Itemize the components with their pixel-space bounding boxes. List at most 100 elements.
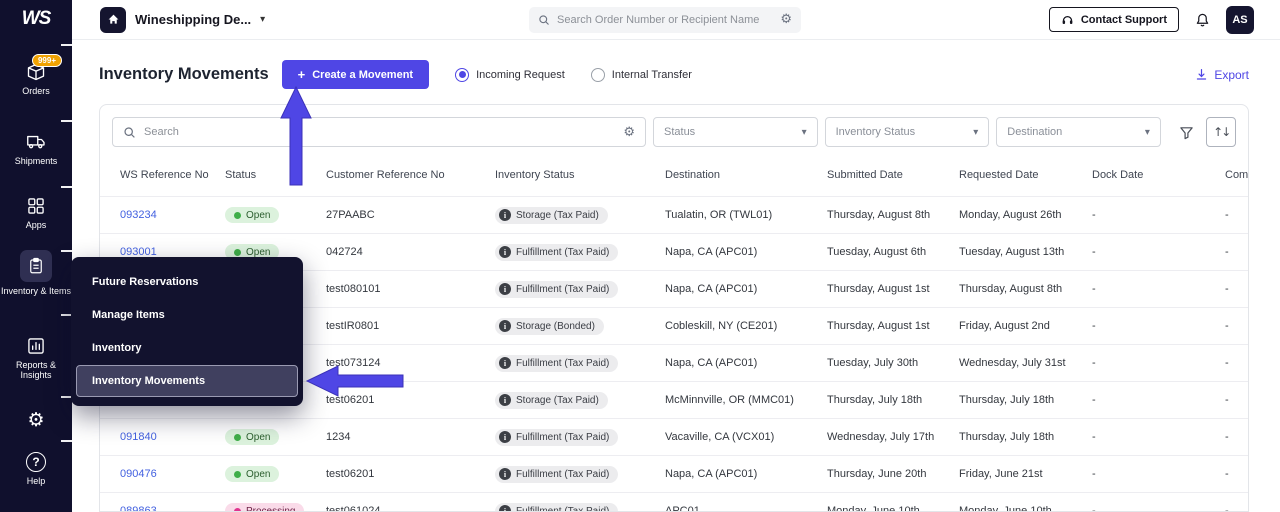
sidebar-item-inventory-items[interactable]: Inventory & Items	[0, 250, 72, 296]
radio-internal-transfer[interactable]: Internal Transfer	[590, 67, 692, 82]
status-filter-placeholder: Status	[664, 126, 696, 138]
customer-reference-cell: 27PAABC	[318, 196, 487, 234]
inventory-status-label: Storage (Tax Paid)	[516, 394, 599, 406]
global-search: ⚙	[529, 6, 801, 33]
radio-incoming-request[interactable]: Incoming Request	[455, 67, 565, 82]
main-area: Wineshipping De... ▾ ⚙ Contact Support	[72, 0, 1280, 512]
dock-date-cell: -	[1084, 455, 1217, 493]
sidebar-item-apps[interactable]: Apps	[0, 196, 72, 230]
info-icon: i	[499, 320, 511, 332]
inventory-status-label: Fulfillment (Tax Paid)	[516, 468, 610, 480]
orders-count-badge: 999+	[31, 54, 62, 67]
sidebar-item-label: Apps	[25, 220, 47, 230]
destination-filter-dropdown[interactable]: Destination ▾	[996, 117, 1161, 147]
search-icon	[123, 126, 136, 139]
requested-date-cell: Monday, June 10th	[951, 492, 1084, 511]
export-label: Export	[1214, 67, 1249, 82]
requested-date-cell: Tuesday, August 13th	[951, 233, 1084, 271]
filter-funnel-button[interactable]	[1174, 119, 1200, 145]
apps-grid-icon	[26, 196, 46, 216]
ws-reference-link[interactable]: 089863	[120, 505, 157, 511]
requested-date-cell: Thursday, July 18th	[951, 381, 1084, 419]
contact-support-button[interactable]: Contact Support	[1048, 7, 1179, 32]
funnel-icon	[1180, 126, 1193, 139]
col-destination: Destination	[665, 169, 721, 181]
menu-item-future-reservations[interactable]: Future Reservations	[76, 266, 298, 298]
destination-cell: Vacaville, CA (VCX01)	[657, 418, 819, 456]
status-dot-icon	[234, 433, 241, 441]
inventory-status-label: Fulfillment (Tax Paid)	[516, 246, 610, 258]
menu-item-manage-items[interactable]: Manage Items	[76, 299, 298, 331]
user-avatar[interactable]: AS	[1226, 5, 1254, 34]
inventory-status-label: Fulfillment (Tax Paid)	[516, 505, 610, 512]
sidebar-item-orders[interactable]: 999+ Orders	[0, 54, 72, 96]
export-button[interactable]: Export	[1195, 68, 1249, 82]
col-submitted-date: Submitted Date	[827, 169, 903, 181]
table-search-input[interactable]	[144, 126, 616, 138]
search-settings-icon[interactable]: ⚙	[780, 13, 792, 26]
table-row: 090476 Open test06201 i Fulfillment (Tax…	[100, 455, 1248, 493]
requested-date-cell: Thursday, August 8th	[951, 270, 1084, 308]
completed-date-cell: -	[1217, 307, 1248, 345]
status-badge: Open	[225, 207, 280, 223]
sidebar-item-shipments[interactable]: Shipments	[0, 132, 72, 166]
customer-reference-cell: test06201	[318, 381, 487, 419]
status-dot-icon	[234, 507, 241, 511]
requested-date-cell: Monday, August 26th	[951, 196, 1084, 234]
destination-cell: Tualatin, OR (TWL01)	[657, 196, 819, 234]
sidebar-divider	[61, 440, 72, 442]
completed-date-cell: -	[1217, 344, 1248, 382]
table-row: 089863 Processing test061024 i Fulfillme…	[100, 492, 1248, 512]
export-icon	[1195, 68, 1208, 81]
ws-logo: WS	[21, 8, 52, 29]
sidebar-item-settings[interactable]: ⚙	[0, 410, 72, 430]
sidebar: WS 999+ Orders Shipments Apps Inventory …	[0, 0, 72, 512]
inventory-status-label: Fulfillment (Tax Paid)	[516, 431, 610, 443]
workspace-switcher[interactable]: Wineshipping De... ▾	[100, 6, 265, 33]
topbar: Wineshipping De... ▾ ⚙ Contact Support	[72, 0, 1280, 40]
sidebar-divider	[61, 120, 72, 122]
inventory-status-badge: i Fulfillment (Tax Paid)	[495, 354, 619, 372]
inventory-status-filter-dropdown[interactable]: Inventory Status ▾	[824, 117, 990, 147]
radio-unselected-icon	[590, 67, 605, 82]
status-badge: Processing	[225, 503, 305, 511]
completed-date-cell: -	[1217, 418, 1248, 456]
ws-reference-link[interactable]: 090476	[120, 468, 157, 480]
requested-date-cell: Friday, June 21st	[951, 455, 1084, 493]
radio-internal-label: Internal Transfer	[611, 68, 692, 81]
col-requested-date: Requested Date	[959, 169, 1039, 181]
status-filter-dropdown[interactable]: Status ▾	[653, 117, 818, 147]
inventory-items-flyout-menu: Future Reservations Manage Items Invento…	[71, 257, 303, 406]
sort-button[interactable]: ↑↓	[1206, 117, 1236, 147]
sidebar-item-help[interactable]: ? Help	[0, 452, 72, 486]
workspace-name: Wineshipping De...	[135, 12, 252, 27]
topbar-actions: Contact Support AS	[1048, 5, 1254, 34]
destination-cell: Napa, CA (APC01)	[657, 233, 819, 271]
destination-cell: Napa, CA (APC01)	[657, 344, 819, 382]
notifications-bell-icon[interactable]	[1195, 12, 1210, 28]
search-icon	[538, 14, 550, 26]
table-row: 093234 Open 27PAABC i Storage (Tax Paid)…	[100, 196, 1248, 234]
create-movement-button[interactable]: + Create a Movement	[281, 60, 430, 89]
info-icon: i	[499, 283, 511, 295]
dock-date-cell: -	[1084, 196, 1217, 234]
sidebar-divider	[61, 186, 72, 188]
search-options-gear-icon[interactable]: ⚙	[623, 126, 635, 139]
dock-date-cell: -	[1084, 307, 1217, 345]
table-row: 091840 Open 1234 i Fulfillment (Tax Paid…	[100, 418, 1248, 456]
sidebar-divider	[61, 44, 72, 46]
inventory-status-filter-placeholder: Inventory Status	[835, 126, 916, 138]
sidebar-item-reports-insights[interactable]: Reports & Insights	[0, 336, 72, 380]
ws-reference-link[interactable]: 093234	[120, 209, 157, 221]
inventory-status-label: Storage (Tax Paid)	[516, 209, 599, 221]
global-search-input[interactable]	[557, 13, 774, 26]
col-status: Status	[225, 169, 257, 181]
menu-item-inventory[interactable]: Inventory	[76, 332, 298, 364]
status-dot-icon	[234, 211, 241, 219]
ws-reference-link[interactable]: 091840	[120, 431, 157, 443]
menu-item-inventory-movements[interactable]: Inventory Movements	[76, 365, 298, 397]
submitted-date-cell: Thursday, July 18th	[819, 381, 951, 419]
sidebar-item-label: Help	[26, 476, 46, 486]
status-label: Open	[246, 431, 271, 443]
inventory-status-label: Storage (Bonded)	[516, 320, 595, 332]
